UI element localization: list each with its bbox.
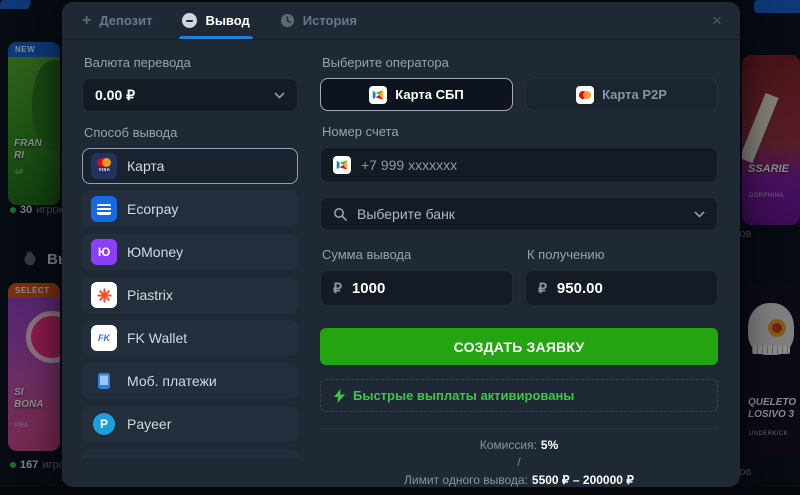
operator-row: Карта СБП Карта P2P	[320, 78, 718, 111]
fast-payouts-text: Быстрые выплаты активированы	[353, 388, 574, 403]
limit-label: Лимит одного вывода:	[404, 473, 528, 487]
method-piastrix[interactable]: Piastrix	[82, 277, 298, 313]
ruble-sign: ₽	[333, 280, 342, 297]
commission-label: Комиссия:	[480, 438, 537, 452]
page-bottom-strip	[0, 487, 800, 495]
withdraw-left-column: Валюта перевода 0.00 ₽ Способ вывода VIS…	[82, 55, 298, 495]
method-label: Payeer	[127, 416, 171, 432]
mobile-phone-icon	[91, 368, 117, 394]
tab-deposit[interactable]: + Депозит	[82, 2, 152, 39]
create-request-button[interactable]: СОЗДАТЬ ЗАЯВКУ	[320, 328, 718, 365]
amount-label: Сумма вывода	[322, 247, 513, 262]
phone-placeholder: +7 999 xxxxxxx	[361, 157, 457, 173]
receive-value: 950.00	[557, 280, 603, 297]
method-label: Ecorpay	[127, 201, 178, 217]
modal-header: + Депозит Вывод История ×	[62, 2, 740, 40]
operator-p2p-button[interactable]: Карта P2P	[525, 78, 718, 111]
fk-wallet-icon: FK	[91, 325, 117, 351]
amount-input[interactable]: ₽ 1000	[320, 270, 513, 306]
search-icon	[333, 207, 347, 221]
operator-label: Выберите оператора	[322, 55, 718, 70]
close-icon[interactable]: ×	[708, 12, 726, 30]
tab-withdraw[interactable]: Вывод	[182, 2, 249, 39]
currency-value: 0.00 ₽	[95, 87, 135, 104]
note-divider: /	[320, 454, 718, 471]
method-label: FK Wallet	[127, 330, 187, 346]
chevron-down-icon	[274, 92, 285, 99]
sbp-icon	[369, 86, 387, 104]
modal-body: Валюта перевода 0.00 ₽ Способ вывода VIS…	[62, 40, 740, 495]
bank-placeholder: Выберите банк	[357, 206, 684, 222]
withdraw-methods-list: VISA Карта Ecorpay Ю ЮMoney	[82, 148, 298, 458]
method-card[interactable]: VISA Карта	[82, 148, 298, 184]
visa-mastercard-icon: VISA	[91, 153, 117, 179]
history-clock-icon	[280, 13, 295, 28]
ecorpay-icon	[91, 196, 117, 222]
method-label: Моб. платежи	[127, 373, 217, 389]
withdraw-right-column: Выберите оператора Карта СБП	[320, 55, 718, 495]
method-ecorpay[interactable]: Ecorpay	[82, 191, 298, 227]
screen: NEW FRAN RI SP 30 игроков Выб SELECT SI …	[0, 0, 800, 495]
method-fk-wallet[interactable]: FK FK Wallet	[82, 320, 298, 356]
method-row-partial[interactable]	[82, 449, 298, 458]
visa-mastercard-icon	[576, 86, 594, 104]
tab-history[interactable]: История	[280, 2, 357, 39]
lightning-icon	[334, 389, 345, 403]
amounts-row: Сумма вывода ₽ 1000 К получению ₽ 950.00	[320, 247, 718, 306]
ruble-sign: ₽	[538, 280, 547, 297]
bank-select[interactable]: Выберите банк	[320, 197, 718, 231]
limit-value: 5500 ₽ – 200000 ₽	[532, 473, 634, 487]
withdraw-modal: + Депозит Вывод История × Валюта перевод…	[62, 2, 740, 487]
divider	[320, 428, 718, 429]
commission-value: 5%	[541, 438, 558, 452]
account-label: Номер счета	[322, 124, 718, 139]
currency-label: Валюта перевода	[84, 55, 298, 70]
method-yoomoney[interactable]: Ю ЮMoney	[82, 234, 298, 270]
method-payeer[interactable]: P Payeer	[82, 406, 298, 442]
amount-value: 1000	[352, 280, 385, 297]
chevron-down-icon	[694, 211, 705, 218]
receive-input[interactable]: ₽ 950.00	[525, 270, 718, 306]
methods-label: Способ вывода	[84, 125, 298, 140]
method-label: Piastrix	[127, 287, 173, 303]
plus-icon: +	[82, 13, 91, 29]
payeer-icon: P	[93, 413, 115, 435]
piastrix-icon	[91, 282, 117, 308]
receive-label: К получению	[527, 247, 718, 262]
phone-input[interactable]: +7 999 xxxxxxx	[320, 147, 718, 183]
sbp-icon	[333, 156, 351, 174]
fast-payouts-banner: Быстрые выплаты активированы	[320, 379, 718, 412]
currency-select[interactable]: 0.00 ₽	[82, 78, 298, 112]
operator-sbp-button[interactable]: Карта СБП	[320, 78, 513, 111]
yoomoney-icon: Ю	[91, 239, 117, 265]
minus-circle-icon	[182, 13, 197, 28]
method-label: ЮMoney	[127, 244, 183, 260]
method-label: Карта	[127, 158, 164, 174]
method-mobile[interactable]: Моб. платежи	[82, 363, 298, 399]
